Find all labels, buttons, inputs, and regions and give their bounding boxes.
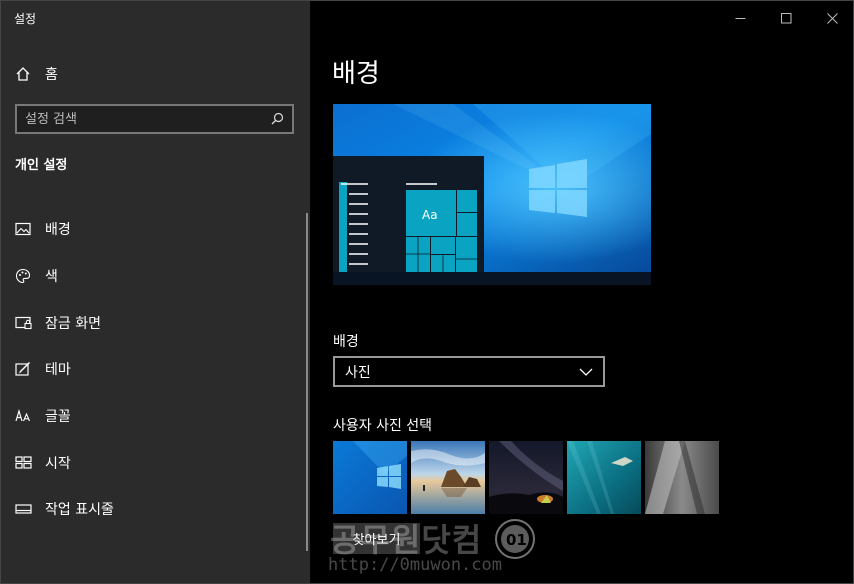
browse-button[interactable]: 찾아보기	[333, 523, 420, 554]
search-icon[interactable]	[271, 110, 284, 129]
thumbnail-beach-rocks[interactable]	[411, 441, 485, 514]
sidebar-item-label: 글꼴	[45, 409, 71, 426]
settings-window: 설정 홈 개인 설정 배경	[0, 0, 854, 584]
sidebar-item-theme[interactable]: 테마	[1, 346, 301, 393]
sidebar-item-label: 색	[45, 269, 58, 286]
app-title: 설정	[14, 12, 37, 26]
sidebar-item-color[interactable]: 색	[1, 253, 301, 300]
main-content: 배경 Aa 배경 사진 사용자 사진 선택 찾아보기	[310, 1, 853, 583]
lock-screen-icon	[14, 314, 32, 332]
home-link[interactable]: 홈	[15, 63, 58, 85]
home-icon	[15, 66, 33, 82]
font-icon	[14, 407, 32, 425]
background-label: 배경	[333, 334, 359, 350]
maximize-button[interactable]	[763, 1, 809, 35]
minimize-icon	[735, 17, 745, 19]
desktop-preview: Aa	[333, 104, 651, 285]
sidebar-item-label: 잠금 화면	[45, 315, 101, 332]
thumbnail-windows-blue[interactable]	[333, 441, 407, 514]
preview-image: Aa	[333, 104, 651, 285]
sidebar-item-background[interactable]: 배경	[1, 206, 301, 253]
sidebar-item-label: 시작	[45, 455, 71, 472]
start-icon	[14, 454, 32, 472]
sidebar-item-label: 테마	[45, 362, 71, 379]
section-title: 개인 설정	[15, 158, 68, 173]
thumbnail-underwater[interactable]	[567, 441, 641, 514]
thumbnail-night-sky[interactable]	[489, 441, 563, 514]
sidebar-scrollbar[interactable]	[306, 213, 308, 551]
background-type-select[interactable]: 사진	[333, 356, 605, 387]
sidebar-nav: 배경 색 잠금 화면 테마 글꼴 시작 작업 표시줄	[1, 206, 301, 533]
choose-picture-label: 사용자 사진 선택	[333, 418, 433, 434]
chevron-down-icon	[579, 364, 593, 380]
thumbnail-rock-cliff[interactable]	[645, 441, 719, 514]
page-title: 배경	[332, 59, 380, 89]
search-box[interactable]	[15, 104, 294, 134]
sidebar-item-start[interactable]: 시작	[1, 439, 301, 486]
maximize-icon	[780, 12, 791, 23]
close-button[interactable]	[809, 1, 853, 35]
search-input[interactable]	[25, 111, 271, 127]
sidebar-item-label: 작업 표시줄	[45, 502, 114, 519]
sidebar-item-fonts[interactable]: 글꼴	[1, 393, 301, 440]
picture-thumbnails	[333, 441, 719, 514]
minimize-button[interactable]	[717, 1, 763, 35]
close-icon	[826, 12, 838, 24]
taskbar-icon	[14, 500, 32, 518]
theme-icon	[14, 360, 32, 378]
picture-icon	[14, 220, 32, 238]
sidebar-item-label: 배경	[45, 222, 71, 239]
home-label: 홈	[45, 67, 58, 83]
window-controls	[717, 1, 853, 35]
palette-icon	[14, 267, 32, 285]
background-type-value: 사진	[345, 364, 371, 381]
sidebar: 설정 홈 개인 설정 배경	[1, 1, 310, 583]
preview-tile-text: Aa	[422, 208, 438, 222]
sidebar-item-taskbar[interactable]: 작업 표시줄	[1, 486, 301, 533]
sidebar-item-lock-screen[interactable]: 잠금 화면	[1, 299, 301, 346]
